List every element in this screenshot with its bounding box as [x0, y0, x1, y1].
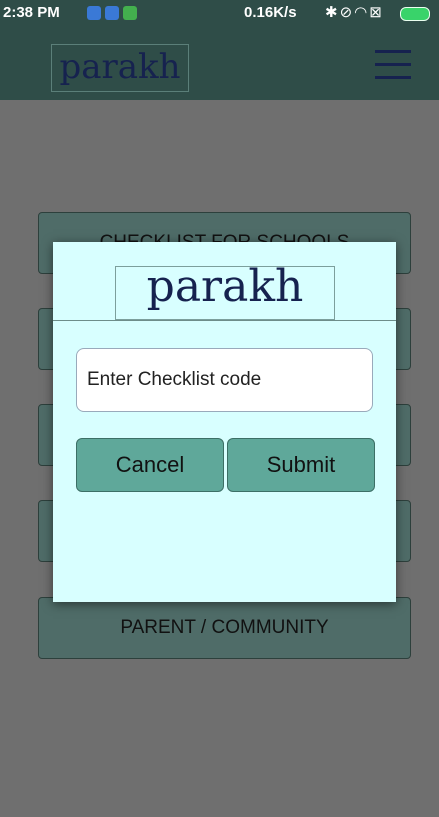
dialog-divider	[53, 320, 396, 321]
app-logo: parakh	[51, 44, 189, 92]
status-time: 2:38 PM	[3, 4, 60, 21]
network-speed: 0.16K/s	[244, 4, 297, 21]
dialog-logo: parakh	[115, 261, 335, 320]
menu-button-parent-community[interactable]: PARENT / COMMUNITY	[38, 597, 411, 659]
battery-icon	[400, 7, 430, 21]
hamburger-menu-icon[interactable]	[375, 50, 411, 80]
submit-button[interactable]: Submit	[227, 438, 375, 492]
checklist-code-input[interactable]	[76, 348, 373, 412]
checklist-code-dialog: parakh Cancel Submit	[53, 242, 396, 602]
app-bar: parakh	[0, 26, 439, 100]
menu-button-label: PARENT / COMMUNITY	[120, 617, 329, 638]
notification-icon	[123, 6, 137, 20]
cancel-button[interactable]: Cancel	[76, 438, 224, 492]
status-icons: ✱⊘◠⊠	[325, 3, 384, 21]
status-bar: 2:38 PM 0.16K/s ✱⊘◠⊠	[0, 0, 439, 26]
sim-icon: ⊠	[369, 4, 384, 21]
dialog-logo-text: parakh	[146, 261, 304, 312]
wifi-icon: ◠	[354, 4, 370, 21]
app-logo-text: parakh	[59, 47, 181, 87]
notification-icon	[87, 6, 101, 20]
notification-icon	[105, 6, 119, 20]
mute-icon: ⊘	[339, 4, 355, 21]
bluetooth-icon: ✱	[325, 4, 340, 21]
